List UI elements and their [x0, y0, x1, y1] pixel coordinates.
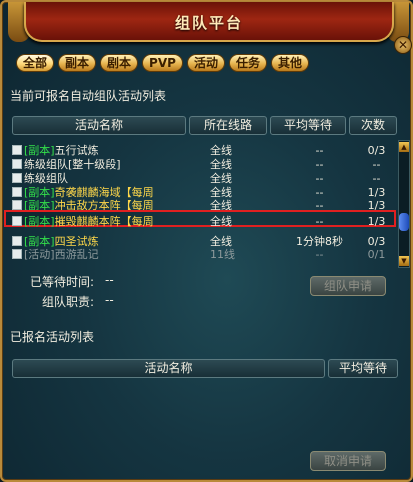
cancel-apply-button[interactable]: 取消申请 [310, 451, 386, 471]
registered-activity-list [12, 380, 398, 442]
tab-event[interactable]: 活动 [186, 54, 225, 72]
row-checkbox[interactable] [12, 200, 22, 210]
wait-time-value: -- [105, 273, 114, 287]
scroll-down-icon[interactable]: ▼ [399, 256, 409, 266]
list-item[interactable]: 练级组队[整十级段] 全线 -- -- [12, 158, 396, 171]
row-checkbox[interactable] [12, 249, 22, 259]
tab-pvp[interactable]: PVP [142, 54, 183, 72]
team-platform-window: 组队平台 ✕ 全部 副本 剧本 PVP 活动 任务 其他 当前可报名自动组队活动… [0, 0, 413, 482]
list-item[interactable]: [副本]四圣试炼 全线 1分钟8秒 0/3 [12, 235, 396, 248]
row-checkbox[interactable] [12, 187, 22, 197]
tab-all[interactable]: 全部 [16, 54, 55, 72]
window-title: 组队平台 [174, 14, 243, 32]
row-checkbox[interactable] [12, 159, 22, 169]
tab-script[interactable]: 剧本 [100, 54, 139, 72]
wait-time-label: 已等待时间: [30, 275, 95, 289]
column-header-name[interactable]: 活动名称 [12, 116, 186, 135]
list-item[interactable]: [副本]冲击敌方本阵【每周 全线 -- 1/3 [12, 199, 396, 210]
list-item[interactable]: [副本]奇袭麒麟海域【每周 全线 -- 1/3 [12, 186, 396, 199]
list-item[interactable]: [副本]五行试炼 全线 -- 0/3 [12, 144, 396, 157]
tab-quest[interactable]: 任务 [228, 54, 267, 72]
team-role-value: -- [105, 293, 114, 307]
list-item[interactable]: 练级组队 全线 -- -- [12, 172, 396, 185]
scroll-thumb[interactable] [399, 213, 409, 231]
available-list-title: 当前可报名自动组队活动列表 [10, 89, 167, 103]
list-item[interactable]: [活动]西游乱记 11线 -- 0/1 [12, 248, 396, 261]
registered-column-header-wait[interactable]: 平均等待 [328, 359, 398, 378]
row-checkbox[interactable] [12, 216, 22, 226]
list-item-selected[interactable]: [副本]摧毁麒麟本阵【每周 全线 -- 1/3 [12, 215, 396, 228]
list-scrollbar[interactable]: ▲ ▼ [398, 140, 410, 268]
column-header-wait[interactable]: 平均等待 [270, 116, 346, 135]
team-role-label: 组队职责: [42, 295, 95, 309]
available-activity-list: [副本]五行试炼 全线 -- 0/3 练级组队[整十级段] 全线 -- -- 练… [12, 140, 396, 264]
row-checkbox[interactable] [12, 145, 22, 155]
scroll-up-icon[interactable]: ▲ [399, 142, 409, 152]
column-header-line[interactable]: 所在线路 [189, 116, 267, 135]
column-header-count[interactable]: 次数 [349, 116, 397, 135]
apply-team-button[interactable]: 组队申请 [310, 276, 386, 296]
tab-other[interactable]: 其他 [270, 54, 309, 72]
row-checkbox[interactable] [12, 236, 22, 246]
registered-list-title: 已报名活动列表 [10, 330, 95, 344]
row-checkbox[interactable] [12, 173, 22, 183]
category-tabs: 全部 副本 剧本 PVP 活动 任务 其他 [16, 54, 309, 72]
close-icon[interactable]: ✕ [394, 36, 412, 54]
title-bar[interactable]: 组队平台 [24, 2, 394, 42]
tab-dungeon[interactable]: 副本 [58, 54, 97, 72]
registered-column-header-name[interactable]: 活动名称 [12, 359, 325, 378]
